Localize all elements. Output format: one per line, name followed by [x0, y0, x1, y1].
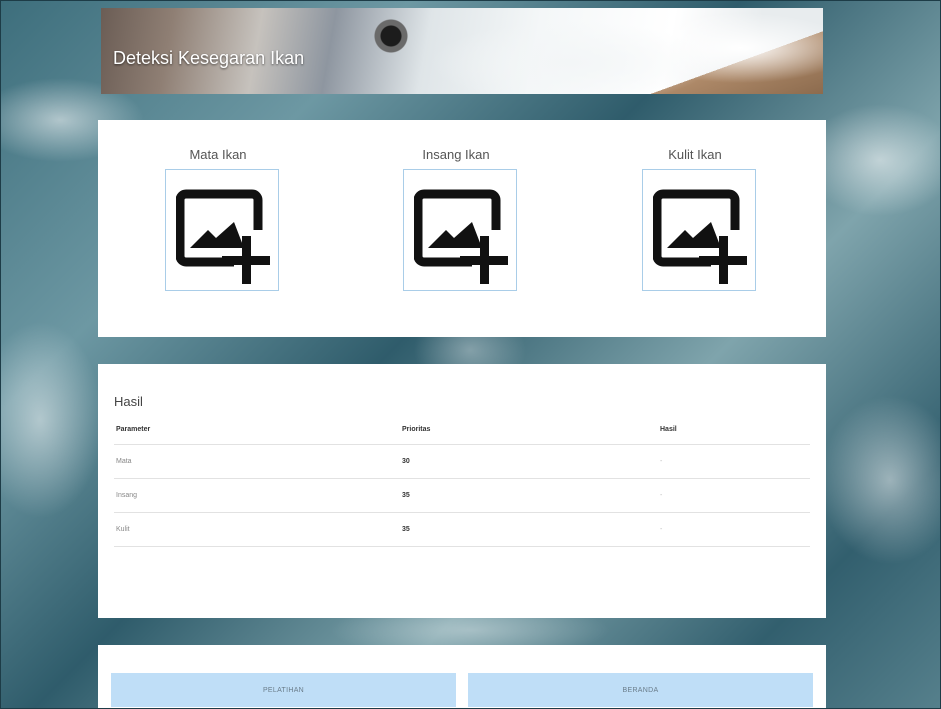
pelatihan-button[interactable]: PELATIHAN — [111, 673, 456, 707]
table-row: Insang 35 - — [114, 478, 810, 513]
upload-label-kulit: Kulit Ikan — [668, 147, 722, 162]
upload-label-insang: Insang Ikan — [422, 147, 490, 162]
cell-prioritas: 35 — [400, 478, 658, 513]
upload-box-kulit[interactable] — [642, 169, 756, 291]
cell-prioritas: 35 — [400, 512, 658, 547]
beranda-button[interactable]: BERANDA — [468, 673, 813, 707]
upload-mata: Mata Ikan — [98, 120, 338, 291]
table-header-row: Parameter Prioritas Hasil — [114, 414, 810, 445]
cell-hasil: - — [658, 478, 810, 513]
upload-insang: Insang Ikan — [336, 120, 576, 291]
upload-kulit: Kulit Ikan — [575, 120, 815, 291]
cell-parameter: Kulit — [114, 512, 400, 547]
add-photo-icon — [176, 189, 270, 284]
column-header-parameter: Parameter — [114, 414, 400, 445]
column-header-hasil: Hasil — [658, 414, 810, 445]
cell-prioritas: 30 — [400, 444, 658, 479]
upload-box-insang[interactable] — [403, 169, 517, 291]
results-card: Hasil Parameter Prioritas Hasil Mata 30 … — [98, 364, 826, 618]
results-table: Parameter Prioritas Hasil Mata 30 - Insa… — [114, 414, 810, 547]
upload-box-mata[interactable] — [165, 169, 279, 291]
cell-hasil: - — [658, 512, 810, 547]
results-title: Hasil — [114, 394, 143, 409]
table-row: Mata 30 - — [114, 444, 810, 479]
app-title: Deteksi Kesegaran Ikan — [113, 48, 305, 68]
add-photo-icon — [653, 189, 747, 284]
buttons-card: PELATIHAN BERANDA — [98, 645, 826, 709]
upload-card: Mata Ikan Insang Ikan Kulit Ikan — [98, 120, 826, 337]
cell-hasil: - — [658, 444, 810, 479]
cell-parameter: Insang — [114, 478, 400, 513]
table-row: Kulit 35 - — [114, 512, 810, 547]
header-banner: Deteksi Kesegaran Ikan — [101, 8, 823, 94]
upload-label-mata: Mata Ikan — [189, 147, 247, 162]
column-header-prioritas: Prioritas — [400, 414, 658, 445]
cell-parameter: Mata — [114, 444, 400, 479]
add-photo-icon — [414, 189, 508, 284]
